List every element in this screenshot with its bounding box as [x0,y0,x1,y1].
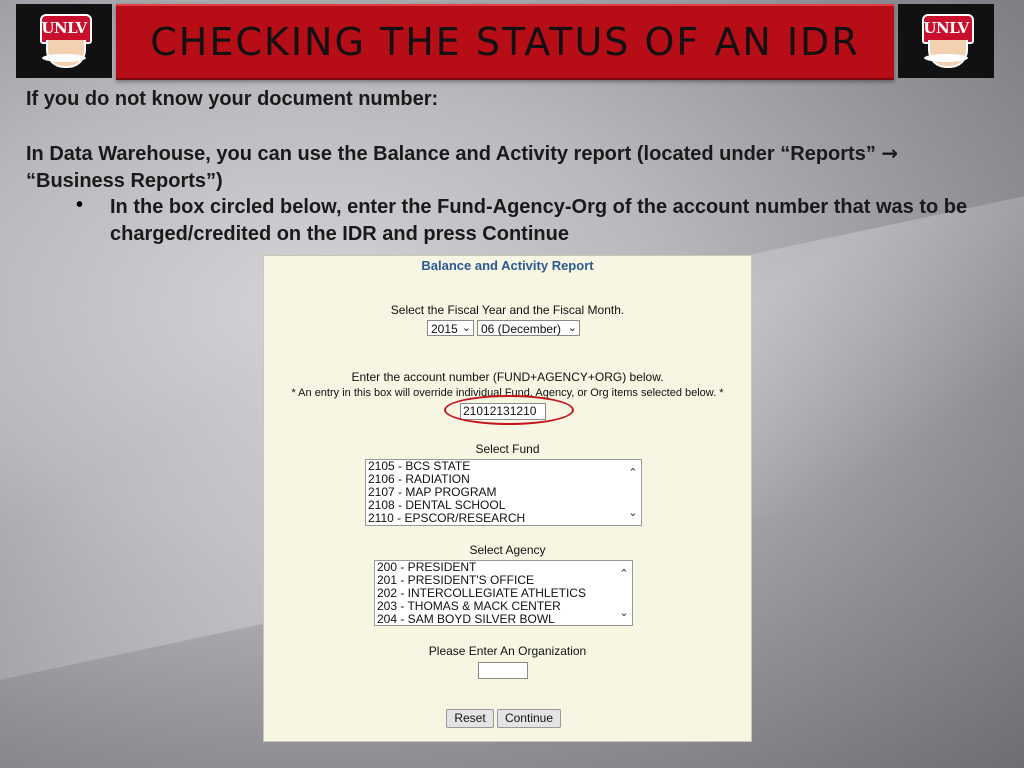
chevron-up-icon[interactable]: ⌃ [619,567,628,580]
bullet-text: In the box circled below, enter the Fund… [110,196,968,245]
unlv-logo-icon: UNLV [32,10,96,72]
list-item[interactable]: 2105 - BCS STATE [366,460,641,473]
agency-listbox[interactable]: 200 - PRESIDENT 201 - PRESIDENT'S OFFICE… [374,560,633,626]
fund-listbox[interactable]: 2105 - BCS STATE 2106 - RADIATION 2107 -… [365,459,642,526]
instruction-line-1: If you do not know your document number: [26,88,439,110]
instruction-line-2: In Data Warehouse, you can use the Balan… [26,141,899,192]
fiscal-label: Select the Fiscal Year and the Fiscal Mo… [390,303,625,317]
list-item[interactable]: 2107 - MAP PROGRAM [366,486,641,499]
org-label: Please Enter An Organization [428,644,587,658]
arrow-right-icon: → [881,141,899,165]
bullet-item: • In the box circled below, enter the Fu… [70,194,990,248]
chevron-down-icon: ⌄ [461,322,471,334]
list-item[interactable]: 200 - PRESIDENT [375,561,632,574]
chevron-down-icon[interactable]: ⌄ [628,506,637,519]
title-bar: CHECKING THE STATUS OF AN IDR [116,4,894,80]
list-item[interactable]: 2108 - DENTAL SCHOOL [366,499,641,512]
balance-activity-report-panel: Balance and Activity Report Select the F… [263,255,752,742]
chevron-up-icon[interactable]: ⌃ [628,466,637,479]
list-item[interactable]: 202 - INTERCOLLEGIATE ATHLETICS [375,587,632,600]
reset-button[interactable]: Reset [446,709,494,728]
agency-label: Select Agency [469,543,546,557]
organization-input[interactable] [478,662,528,679]
page-title: CHECKING THE STATUS OF AN IDR [150,20,860,64]
list-item[interactable]: 201 - PRESIDENT'S OFFICE [375,574,632,587]
account-number-input[interactable]: 21012131210 [460,403,546,420]
report-title: Balance and Activity Report [421,258,594,273]
account-note: * An entry in this box will override ind… [291,387,724,399]
account-label: Enter the account number (FUND+AGENCY+OR… [351,370,664,384]
scrollbar[interactable]: ⌃ ⌄ [625,460,641,525]
fund-label: Select Fund [475,442,540,456]
unlv-logo-icon: UNLV [914,10,978,72]
list-item[interactable]: 2106 - RADIATION [366,473,641,486]
fiscal-month-select[interactable]: 06 (December) ⌄ [477,320,580,336]
list-item[interactable]: 203 - THOMAS & MACK CENTER [375,600,632,613]
list-item[interactable]: 204 - SAM BOYD SILVER BOWL [375,613,632,626]
fiscal-year-select[interactable]: 2015 ⌄ [427,320,474,336]
continue-button[interactable]: Continue [497,709,561,728]
logo-right: UNLV [898,4,994,78]
bullet-icon: • [76,194,84,216]
scrollbar[interactable]: ⌃ ⌄ [616,561,632,625]
chevron-down-icon: ⌄ [567,322,577,334]
chevron-down-icon[interactable]: ⌄ [619,606,628,619]
list-item[interactable]: 2110 - EPSCOR/RESEARCH [366,512,641,525]
logo-left: UNLV [16,4,112,78]
